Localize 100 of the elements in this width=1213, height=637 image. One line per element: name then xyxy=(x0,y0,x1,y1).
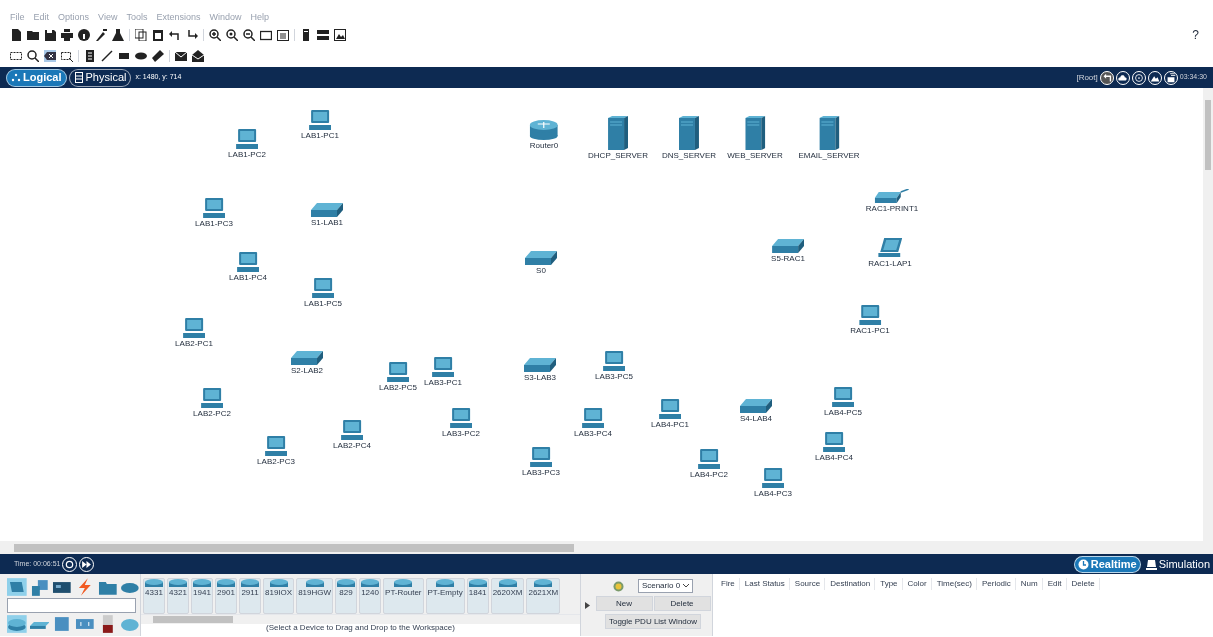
vertical-scrollbar[interactable] xyxy=(1203,88,1213,541)
pc-icon[interactable] xyxy=(832,387,854,407)
flask-icon[interactable] xyxy=(112,29,124,41)
viewport-button[interactable] xyxy=(1163,70,1178,85)
help-button[interactable]: ? xyxy=(1192,26,1199,44)
open-envelope-icon[interactable] xyxy=(192,50,204,62)
server-tower-icon[interactable] xyxy=(745,116,765,150)
column-header[interactable]: Last Status xyxy=(740,578,790,590)
pc-icon[interactable] xyxy=(762,468,784,488)
router-icon[interactable] xyxy=(530,120,558,140)
new-file-icon[interactable] xyxy=(10,29,22,41)
pc-icon[interactable] xyxy=(265,436,287,456)
window-icon[interactable] xyxy=(260,29,272,41)
router-model[interactable]: 829 xyxy=(335,578,358,614)
pc-icon[interactable] xyxy=(603,351,625,371)
toggle-pdu-list-button[interactable]: Toggle PDU List Window xyxy=(604,614,701,629)
pc-icon[interactable] xyxy=(387,362,409,382)
new-scenario-button[interactable]: New xyxy=(595,596,653,611)
search-icon[interactable] xyxy=(27,50,39,62)
pc-icon[interactable] xyxy=(530,447,552,467)
router-model[interactable]: 1240 xyxy=(359,578,382,614)
column-header[interactable]: Color xyxy=(903,578,932,590)
envelope-icon[interactable] xyxy=(175,50,187,62)
switch-icon[interactable] xyxy=(525,251,557,265)
scenario-dropdown[interactable]: Scenario 0 xyxy=(637,579,694,593)
routers-icon[interactable] xyxy=(7,615,27,633)
pc-icon[interactable] xyxy=(341,420,363,440)
simulation-tab[interactable]: Simulation xyxy=(1142,555,1213,573)
device-search-field[interactable] xyxy=(7,598,136,613)
zoom-out-icon[interactable] xyxy=(243,29,255,41)
undo-icon[interactable] xyxy=(169,29,181,41)
pc-icon[interactable] xyxy=(183,318,205,338)
ellipse-icon[interactable] xyxy=(135,50,147,62)
column-header[interactable]: Num xyxy=(1016,578,1043,590)
router-model[interactable]: 2911 xyxy=(239,578,261,614)
router-model[interactable]: 819HGW xyxy=(296,578,334,614)
column-header[interactable]: Time(sec) xyxy=(932,578,977,590)
column-header[interactable]: Delete xyxy=(1067,578,1100,590)
model-scrollbar[interactable] xyxy=(141,614,580,624)
move-button[interactable] xyxy=(1131,70,1146,85)
column-header[interactable]: Edit xyxy=(1043,578,1067,590)
cluster-button[interactable] xyxy=(1115,70,1130,85)
wizard-icon[interactable] xyxy=(95,29,107,41)
logical-tab[interactable]: Logical xyxy=(6,68,67,87)
switch-icon[interactable] xyxy=(772,239,804,253)
server-tower-icon[interactable] xyxy=(679,116,699,150)
copy-icon[interactable] xyxy=(135,29,147,41)
rectangle-icon[interactable] xyxy=(118,50,130,62)
router-model[interactable]: 2621XM xyxy=(526,578,561,614)
router-model[interactable]: 4331 xyxy=(143,578,165,614)
router-model[interactable]: PT-Empty xyxy=(425,578,465,614)
router-model[interactable]: 4321 xyxy=(167,578,189,614)
column-header[interactable]: Fire xyxy=(717,578,740,590)
router-model[interactable]: 1841 xyxy=(466,578,489,614)
resize-icon[interactable] xyxy=(61,50,73,62)
pc-icon[interactable] xyxy=(823,432,845,452)
column-header[interactable]: Type xyxy=(876,578,903,590)
router-model[interactable]: 2901 xyxy=(215,578,237,614)
delete-icon[interactable] xyxy=(44,50,56,62)
pc-icon[interactable] xyxy=(203,198,225,218)
laptop-icon[interactable] xyxy=(878,238,902,258)
zoom-in-icon[interactable] xyxy=(209,29,221,41)
freeform-icon[interactable] xyxy=(152,50,164,62)
back-button[interactable] xyxy=(1099,70,1114,85)
pc-icon[interactable] xyxy=(432,357,454,377)
router-model[interactable]: 1941 xyxy=(191,578,213,614)
select-icon[interactable] xyxy=(10,50,22,62)
router-model[interactable]: 2620XM xyxy=(490,578,525,614)
info-icon[interactable] xyxy=(78,29,90,41)
pc-icon[interactable] xyxy=(309,110,331,130)
delete-scenario-button[interactable]: Delete xyxy=(653,596,711,611)
save-icon[interactable] xyxy=(44,29,56,41)
realtime-tab[interactable]: Realtime xyxy=(1073,555,1141,573)
switch-icon[interactable] xyxy=(311,203,343,217)
pc-icon[interactable] xyxy=(312,278,334,298)
pc-icon[interactable] xyxy=(237,252,259,272)
pc-icon[interactable] xyxy=(698,449,720,469)
horizontal-scrollbar[interactable] xyxy=(0,541,1213,554)
line-icon[interactable] xyxy=(101,50,113,62)
server-tower-icon[interactable] xyxy=(608,116,628,150)
pc-icon[interactable] xyxy=(859,305,881,325)
router-model[interactable]: PT-Router xyxy=(383,578,424,614)
switch-icon[interactable] xyxy=(740,399,772,413)
pc-icon[interactable] xyxy=(450,408,472,428)
pc-icon[interactable] xyxy=(201,388,223,408)
server-tower-icon[interactable] xyxy=(819,116,839,150)
pc-icon[interactable] xyxy=(582,408,604,428)
paste-icon[interactable] xyxy=(152,29,164,41)
expand-arrow-icon[interactable] xyxy=(585,601,590,609)
column-header[interactable]: Periodic xyxy=(977,578,1016,590)
pc-icon[interactable] xyxy=(659,399,681,419)
pc-icon[interactable] xyxy=(236,129,258,149)
image-icon[interactable] xyxy=(334,29,346,41)
redo-icon[interactable] xyxy=(186,29,198,41)
column-header[interactable]: Destination xyxy=(826,578,876,590)
switch-icon[interactable] xyxy=(524,358,556,372)
router-model[interactable]: 819IOX xyxy=(263,578,295,614)
zoom-reset-icon[interactable] xyxy=(226,29,238,41)
column-header[interactable]: Source xyxy=(790,578,826,590)
printer-icon[interactable] xyxy=(875,189,909,203)
